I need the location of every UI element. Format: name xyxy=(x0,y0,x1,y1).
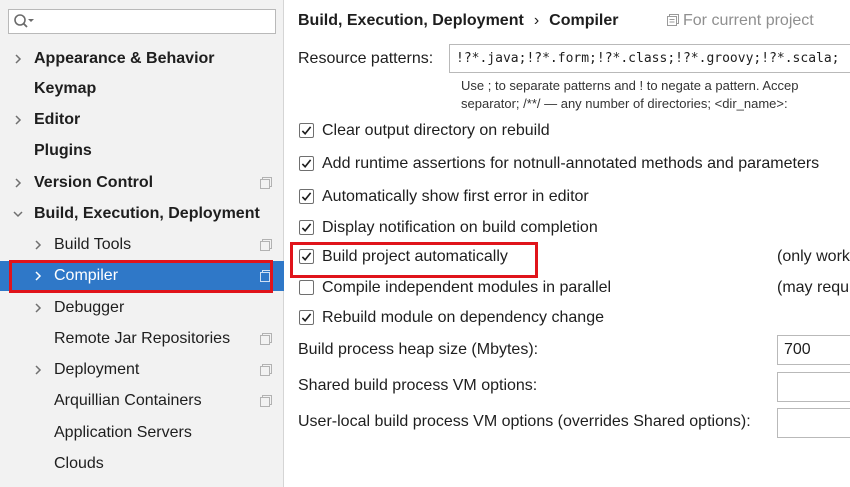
project-scope-indicator: For current project xyxy=(667,12,814,30)
shared-vm-options-label: Shared build process VM options: xyxy=(298,377,538,394)
chevron-right-icon[interactable] xyxy=(12,114,24,126)
sidebar-item-build-execution-deployment[interactable]: Build, Execution, Deployment xyxy=(0,199,284,229)
option-label: Rebuild module on dependency change xyxy=(322,309,604,326)
resource-patterns-label: Resource patterns: xyxy=(298,50,434,67)
option-label: Compile independent modules in parallel xyxy=(322,279,612,296)
checkbox[interactable] xyxy=(299,189,314,204)
resource-patterns-input[interactable]: !?*.java;!?*.form;!?*.class;!?*.groovy;!… xyxy=(449,44,850,73)
chevron-down-icon[interactable] xyxy=(12,208,24,220)
option-note: (may requ xyxy=(777,279,850,296)
breadcrumb-current: Compiler xyxy=(549,12,619,29)
checkmark-icon xyxy=(301,159,312,168)
sidebar-item-label: Compiler xyxy=(54,267,119,284)
option-label: Display notification on build completion xyxy=(322,219,598,236)
settings-sidebar: Appearance & Behavior Keymap Editor Plugins… xyxy=(0,0,284,487)
sidebar-item-debugger[interactable]: Debugger xyxy=(0,293,284,323)
sidebar-item-plugins[interactable]: Plugins xyxy=(0,136,284,166)
chevron-right-icon[interactable] xyxy=(32,364,44,376)
project-settings-icon xyxy=(260,270,272,282)
sidebar-item-label: Editor xyxy=(34,111,81,128)
sidebar-item-label: Plugins xyxy=(34,142,92,159)
chevron-right-icon[interactable] xyxy=(12,53,24,65)
heap-size-label: Build process heap size (Mbytes): xyxy=(298,341,539,358)
sidebar-item-label: Version Control xyxy=(34,174,154,191)
sidebar-item-clouds[interactable]: Clouds xyxy=(0,449,284,479)
checkbox[interactable] xyxy=(299,220,314,235)
sidebar-item-appearance-behavior[interactable]: Appearance & Behavior xyxy=(0,44,284,74)
checkbox[interactable] xyxy=(299,249,314,264)
project-settings-icon xyxy=(260,333,272,345)
sidebar-item-arquillian-containers[interactable]: Arquillian Containers xyxy=(0,386,284,416)
project-settings-icon xyxy=(260,239,272,251)
sidebar-item-label: Arquillian Containers xyxy=(54,392,202,409)
sidebar-item-keymap[interactable]: Keymap xyxy=(0,74,284,104)
sidebar-item-remote-jar-repositories[interactable]: Remote Jar Repositories xyxy=(0,324,284,354)
option-label: Clear output directory on rebuild xyxy=(322,122,550,139)
chevron-right-icon[interactable] xyxy=(32,270,44,282)
settings-search-input[interactable] xyxy=(8,9,276,34)
sidebar-item-editor[interactable]: Editor xyxy=(0,105,284,135)
project-settings-icon xyxy=(260,395,272,407)
project-settings-icon xyxy=(260,177,272,189)
breadcrumb-separator: › xyxy=(533,12,540,29)
sidebar-item-label: Clouds xyxy=(54,455,104,472)
sidebar-item-build-tools[interactable]: Build Tools xyxy=(0,230,284,260)
breadcrumb: Build, Execution, Deployment › Compiler xyxy=(298,12,618,30)
chevron-right-icon[interactable] xyxy=(32,239,44,251)
user-vm-options-label: User-local build process VM options (ove… xyxy=(298,413,751,430)
heap-size-input[interactable]: 700 xyxy=(777,335,850,365)
checkbox[interactable] xyxy=(299,310,314,325)
sidebar-item-compiler[interactable]: Compiler xyxy=(0,261,284,291)
sidebar-item-application-servers[interactable]: Application Servers xyxy=(0,418,284,448)
chevron-right-icon[interactable] xyxy=(12,177,24,189)
checkbox[interactable] xyxy=(299,280,314,295)
chevron-right-icon[interactable] xyxy=(32,302,44,314)
sidebar-item-label: Debugger xyxy=(54,299,125,316)
checkmark-icon xyxy=(301,313,312,322)
checkmark-icon xyxy=(301,192,312,201)
checkmark-icon xyxy=(301,223,312,232)
option-label: Add runtime assertions for notnull-annot… xyxy=(322,155,820,172)
option-label: Build project automatically xyxy=(322,248,508,265)
shared-vm-options-input[interactable] xyxy=(777,372,850,402)
sidebar-item-label: Remote Jar Repositories xyxy=(54,330,231,347)
sidebar-item-label: Application Servers xyxy=(54,424,192,441)
sidebar-item-version-control[interactable]: Version Control xyxy=(0,168,284,198)
for-project-label: For current project xyxy=(683,12,814,29)
checkbox[interactable] xyxy=(299,156,314,171)
sidebar-item-label: Build, Execution, Deployment xyxy=(34,205,260,222)
option-label: Automatically show first error in editor xyxy=(322,188,589,205)
sidebar-item-label: Deployment xyxy=(54,361,140,378)
sidebar-item-label: Keymap xyxy=(34,80,97,97)
option-note: (only work xyxy=(777,248,850,265)
checkmark-icon xyxy=(301,252,312,261)
sidebar-item-deployment[interactable]: Deployment xyxy=(0,355,284,385)
breadcrumb-parent: Build, Execution, Deployment xyxy=(298,12,524,29)
checkmark-icon xyxy=(301,126,312,135)
checkbox[interactable] xyxy=(299,123,314,138)
project-settings-icon xyxy=(667,14,679,26)
project-settings-icon xyxy=(260,364,272,376)
resource-patterns-hint-2: separator; /**/ — any number of director… xyxy=(461,96,788,111)
resource-patterns-hint-1: Use ; to separate patterns and ! to nega… xyxy=(461,78,799,93)
search-icon xyxy=(14,14,34,28)
compiler-settings-panel: Build, Execution, Deployment › Compiler Fo… xyxy=(285,0,850,487)
sidebar-item-label: Appearance & Behavior xyxy=(34,50,215,67)
user-vm-options-input[interactable] xyxy=(777,408,850,438)
sidebar-item-label: Build Tools xyxy=(54,236,132,253)
